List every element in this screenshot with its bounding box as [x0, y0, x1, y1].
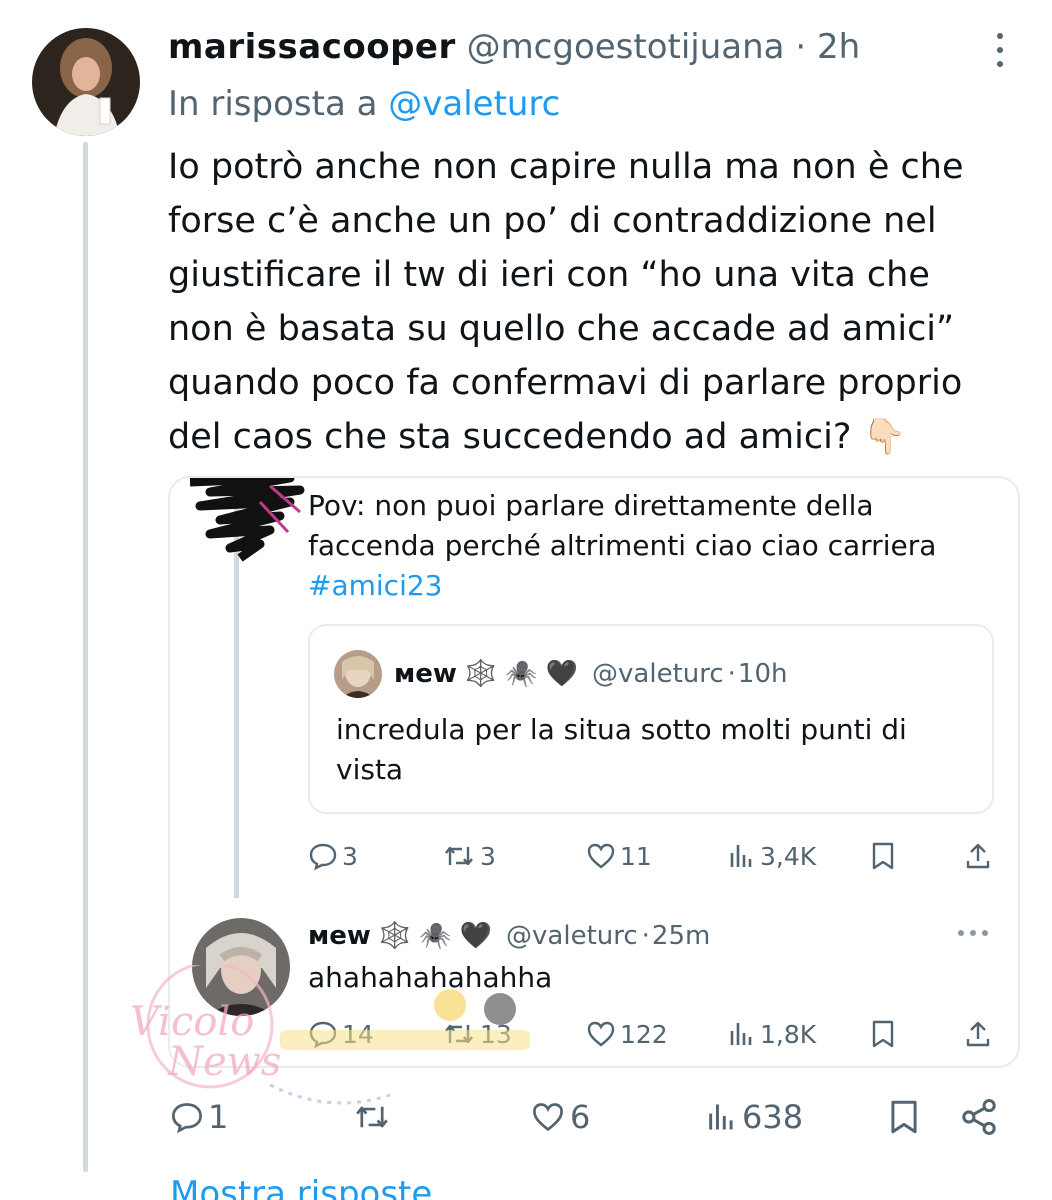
- reply-count: 14: [342, 1019, 374, 1049]
- bookmark-icon: [872, 842, 894, 870]
- redaction-scribble: [189, 478, 305, 562]
- reply-actions: 14 13 122 1,8K: [170, 1014, 1018, 1054]
- retweet-button[interactable]: 13: [442, 1019, 512, 1049]
- views-button[interactable]: 638: [706, 1098, 803, 1136]
- reply-time[interactable]: 25m: [652, 916, 710, 956]
- cobweb-emoji: 🕸️: [464, 659, 498, 689]
- like-button[interactable]: 11: [586, 841, 652, 871]
- retweet-count: 13: [480, 1019, 512, 1049]
- retweet-count: 3: [480, 841, 496, 871]
- author-name[interactable]: marissacooper: [168, 27, 456, 67]
- like-button[interactable]: 6: [530, 1098, 590, 1136]
- quote-header: мew 🕸️ 🕷️ 🖤 @valeturc · 10h: [394, 654, 787, 694]
- author-avatar[interactable]: [32, 28, 140, 136]
- views-icon: [730, 1023, 752, 1045]
- like-icon: [587, 1021, 615, 1047]
- retweet-button[interactable]: [352, 1100, 396, 1134]
- show-replies-link[interactable]: Mostra risposte: [170, 1172, 432, 1200]
- bookmark-button[interactable]: [888, 1098, 920, 1136]
- share-button[interactable]: [964, 1019, 992, 1049]
- embedded-screenshot[interactable]: Pov: non puoi parlare direttamente della…: [168, 476, 1020, 1068]
- like-icon: [587, 843, 615, 869]
- reply-count: 3: [342, 841, 358, 871]
- reply-context: In risposta a @valeturc: [168, 82, 560, 126]
- reply-button[interactable]: 1: [170, 1098, 228, 1136]
- reply-count: 1: [208, 1098, 229, 1136]
- reply-author-avatar[interactable]: [192, 918, 290, 1016]
- cobweb-emoji: 🕸️: [378, 921, 412, 951]
- embedded-post-line: Pov: non puoi parlare direttamente della: [308, 489, 874, 522]
- tweet-actions: 1 6 638: [0, 1094, 1052, 1140]
- views-count: 3,4K: [760, 841, 817, 871]
- views-button[interactable]: 1,8K: [728, 1019, 816, 1049]
- quote-text-line: vista: [336, 753, 404, 786]
- views-icon: [709, 1104, 733, 1130]
- embedded-post-text: Pov: non puoi parlare direttamente della…: [308, 486, 936, 606]
- author-handle[interactable]: @mcgoestotijuana: [467, 27, 785, 67]
- separator-dot: ·: [795, 27, 807, 67]
- tweet-time[interactable]: 2h: [817, 27, 860, 67]
- tweet-body-line: giustificare il tw di ieri con “ho una v…: [168, 255, 930, 295]
- more-vertical-icon[interactable]: [990, 30, 1010, 70]
- reply-icon: [309, 1021, 337, 1049]
- separator-dot: ·: [641, 921, 650, 951]
- embedded-post-line: faccenda perché altrimenti ciao ciao car…: [308, 529, 937, 562]
- like-icon: [533, 1103, 563, 1132]
- black-heart-emoji: 🖤: [545, 659, 579, 689]
- upload-icon: [966, 1021, 990, 1047]
- black-heart-emoji: 🖤: [459, 921, 493, 951]
- retweet-icon: [445, 1024, 473, 1044]
- reply-button[interactable]: 3: [308, 841, 358, 871]
- reply-icon: [172, 1103, 202, 1134]
- reply-text: ahahahahahahha: [308, 961, 553, 994]
- tweet-body-line: del caos che sta succedendo ad amici? 👇🏻: [168, 417, 907, 457]
- quote-time[interactable]: 10h: [738, 654, 788, 694]
- reply-author-name[interactable]: мew: [308, 916, 371, 956]
- quote-text-line: incredula per la situa sotto molti punti…: [336, 713, 907, 746]
- bookmark-icon: [872, 1020, 894, 1048]
- share-button[interactable]: [960, 1098, 998, 1136]
- like-button[interactable]: 122: [586, 1019, 668, 1049]
- retweet-icon: [445, 846, 473, 866]
- reply-handle[interactable]: @valeturc: [506, 916, 638, 956]
- like-count: 122: [620, 1019, 668, 1049]
- views-count: 638: [742, 1098, 804, 1136]
- reply-header: мew 🕸️ 🕷️ 🖤 @valeturc · 25m: [308, 916, 710, 956]
- reply-prefix: In risposta a: [168, 84, 378, 124]
- quote-avatar[interactable]: [334, 650, 382, 698]
- spider-emoji: 🕷️: [505, 659, 538, 689]
- thread-connector-line: [83, 142, 88, 1172]
- tweet-body-line: non è basata su quello che accade ad ami…: [168, 309, 955, 349]
- tweet-body: Io potrò anche non capire nulla ma non è…: [168, 140, 1018, 464]
- reply-icon: [309, 843, 337, 871]
- bookmark-button[interactable]: [870, 1019, 896, 1049]
- upload-icon: [966, 843, 990, 869]
- retweet-button[interactable]: 3: [442, 841, 496, 871]
- tweet-header: marissacooper @mcgoestotijuana · 2h: [168, 26, 860, 68]
- separator-dot: ·: [727, 659, 736, 689]
- quoted-tweet[interactable]: мew 🕸️ 🕷️ 🖤 @valeturc · 10h incredula pe…: [308, 624, 994, 814]
- reply-mention-link[interactable]: @valeturc: [388, 84, 560, 124]
- share-button[interactable]: [964, 841, 992, 871]
- views-count: 1,8K: [760, 1019, 817, 1049]
- reply-button[interactable]: 14: [308, 1019, 374, 1049]
- bookmark-button[interactable]: [870, 841, 896, 871]
- like-count: 6: [570, 1098, 591, 1136]
- like-count: 11: [620, 841, 652, 871]
- tweet-body-line: Io potrò anche non capire nulla ma non è…: [168, 147, 964, 187]
- embedded-post-actions: 3 3 11 3,4K: [170, 836, 1018, 876]
- views-button[interactable]: 3,4K: [728, 841, 816, 871]
- quote-text: incredula per la situa sotto molti punti…: [336, 710, 907, 790]
- tweet-body-line: quando poco fa confermavi di parlare pro…: [168, 363, 963, 403]
- tweet-body-line: forse c’è anche un po’ di contraddizione…: [168, 201, 937, 241]
- share-icon: [962, 1099, 996, 1135]
- spider-emoji: 🕷️: [419, 921, 452, 951]
- hashtag-link[interactable]: #amici23: [308, 566, 936, 606]
- quote-author-name[interactable]: мew: [394, 654, 457, 694]
- views-icon: [730, 845, 752, 867]
- bookmark-icon: [891, 1100, 917, 1134]
- more-horizontal-icon[interactable]: [956, 924, 990, 943]
- quote-handle[interactable]: @valeturc: [592, 654, 724, 694]
- retweet-icon: [356, 1106, 388, 1128]
